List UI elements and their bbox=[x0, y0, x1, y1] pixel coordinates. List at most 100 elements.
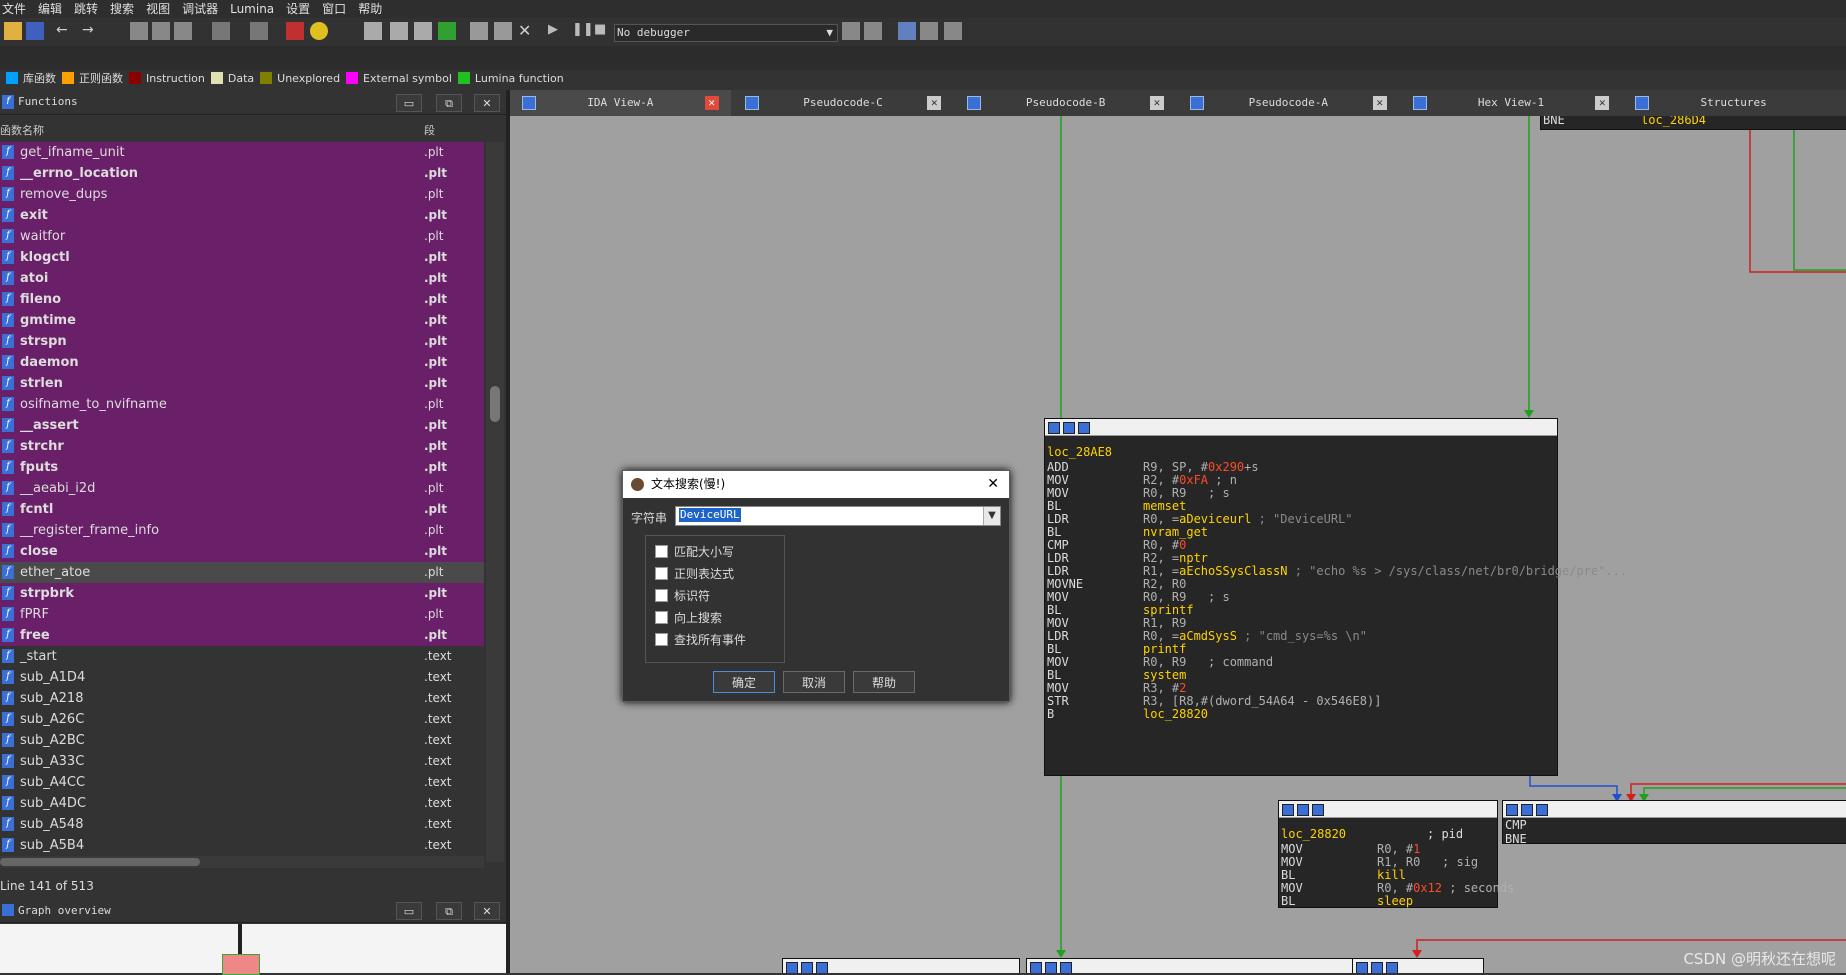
close-icon[interactable]: ✕ bbox=[518, 22, 536, 40]
menu-file[interactable]: 文件 bbox=[0, 0, 36, 18]
panel-float-button[interactable]: ▭ bbox=[396, 902, 422, 920]
tab-pseudocode-b[interactable]: Pseudocode-B ✕ bbox=[955, 90, 1176, 116]
panel-float-button[interactable]: ▭ bbox=[396, 94, 422, 112]
asm-line[interactable]: BL kill bbox=[1279, 868, 1495, 882]
asm-line[interactable]: MOV R2, #0xFA ; n bbox=[1045, 473, 1555, 487]
function-row[interactable]: f waitfor .plt bbox=[0, 226, 484, 247]
graph-node-cmp[interactable]: CMP BNE bbox=[1502, 800, 1846, 846]
chevron-down-icon[interactable]: ▼ bbox=[983, 507, 1000, 525]
node-color-icon[interactable] bbox=[1030, 962, 1042, 973]
menu-view[interactable]: 视图 bbox=[144, 0, 180, 18]
asm-line[interactable]: MOV R0, R9 ; s bbox=[1045, 590, 1555, 604]
toolbar-tool-icon[interactable] bbox=[364, 22, 382, 40]
asm-line[interactable]: BL nvram_get bbox=[1045, 525, 1555, 539]
asm-symbol[interactable]: memset bbox=[1143, 499, 1186, 513]
function-row[interactable]: f __aeabi_i2d .plt bbox=[0, 478, 484, 499]
function-row[interactable]: f free .plt bbox=[0, 625, 484, 646]
panel-close-button[interactable]: ✕ bbox=[474, 94, 500, 112]
graph-node-bottom[interactable] bbox=[1352, 958, 1484, 973]
function-row[interactable]: f sub_A1D4 .text bbox=[0, 667, 484, 688]
tab-close-icon[interactable]: ✕ bbox=[1595, 96, 1610, 110]
asm-line[interactable]: LDR R1, =aEchoSSysClassN ; "echo %s > /sy… bbox=[1045, 564, 1627, 578]
asm-line[interactable]: MOV R0, R9 ; s bbox=[1045, 486, 1555, 500]
asm-label[interactable]: loc_286D4 bbox=[1641, 116, 1706, 128]
node-list-icon[interactable] bbox=[1060, 962, 1072, 973]
asm-line[interactable]: CMP R0, #0 bbox=[1045, 538, 1555, 552]
toolbar-tool-icon[interactable] bbox=[920, 22, 938, 40]
tab-structures[interactable]: Structures bbox=[1623, 90, 1844, 116]
function-row[interactable]: f ether_atoe .plt bbox=[0, 562, 484, 583]
asm-line[interactable]: MOVNE R2, R0 bbox=[1045, 577, 1555, 591]
function-row[interactable]: f get_ifname_unit .plt bbox=[0, 142, 484, 163]
asm-line[interactable]: MOV R0, #1 bbox=[1279, 842, 1495, 856]
checkbox-box[interactable] bbox=[655, 567, 668, 580]
menu-debugger[interactable]: 调试器 bbox=[180, 0, 228, 18]
asm-symbol[interactable]: aEchoSSysClassN bbox=[1179, 564, 1287, 578]
save-icon[interactable] bbox=[26, 22, 44, 40]
toolbar-tool-icon[interactable] bbox=[864, 22, 882, 40]
menu-windows[interactable]: 窗口 bbox=[320, 0, 356, 18]
function-row[interactable]: f sub_A548 .text bbox=[0, 814, 484, 835]
graph-overview-canvas[interactable] bbox=[0, 924, 508, 975]
function-row[interactable]: f exit .plt bbox=[0, 205, 484, 226]
node-color-icon[interactable] bbox=[786, 962, 798, 973]
asm-symbol[interactable]: system bbox=[1143, 668, 1186, 682]
checkbox-box[interactable] bbox=[655, 589, 668, 602]
asm-line[interactable]: BL sleep bbox=[1279, 894, 1495, 908]
asm-line[interactable]: LDR R0, =aDeviceurl ; "DeviceURL" bbox=[1045, 512, 1555, 526]
function-row[interactable]: f sub_A2BC .text bbox=[0, 730, 484, 751]
asm-line[interactable]: BL system bbox=[1045, 668, 1555, 682]
function-row[interactable]: f sub_A4CC .text bbox=[0, 772, 484, 793]
asm-line[interactable]: MOV R1, R9 bbox=[1045, 616, 1555, 630]
toolbar-tool-icon[interactable] bbox=[414, 22, 432, 40]
identifier-checkbox[interactable]: 标识符 bbox=[655, 587, 710, 604]
vertical-scrollbar[interactable] bbox=[486, 142, 504, 862]
play-icon[interactable]: ▶ bbox=[548, 22, 566, 40]
overview-viewport[interactable] bbox=[222, 954, 260, 975]
search-string-combobox[interactable]: DeviceURL ▼ bbox=[675, 506, 1001, 526]
horizontal-scrollbar[interactable] bbox=[0, 856, 484, 868]
function-row[interactable]: f sub_A218 .text bbox=[0, 688, 484, 709]
asm-line[interactable]: STR R3, [R8,#(dword_54A64 - 0x546E8)] bbox=[1045, 694, 1555, 708]
function-row[interactable]: f sub_A33C .text bbox=[0, 751, 484, 772]
node-graph-icon[interactable] bbox=[1521, 804, 1533, 816]
function-row[interactable]: f sub_A4DC .text bbox=[0, 793, 484, 814]
column-function-name[interactable]: 函数名称 bbox=[0, 122, 44, 138]
tab-pseudocode-c[interactable]: Pseudocode-C ✕ bbox=[732, 90, 954, 116]
tab-pseudocode-a[interactable]: Pseudocode-A ✕ bbox=[1178, 90, 1399, 116]
stop-icon[interactable]: ■ bbox=[594, 22, 612, 40]
asm-line[interactable]: ADD R9, SP, #0x290+s bbox=[1045, 460, 1555, 474]
checkbox-box[interactable] bbox=[655, 545, 668, 558]
asm-symbol[interactable]: loc_28820 bbox=[1143, 707, 1208, 721]
block-label[interactable]: loc_28820 bbox=[1281, 827, 1346, 842]
function-row[interactable]: f remove_dups .plt bbox=[0, 184, 484, 205]
asm-symbol[interactable]: nptr bbox=[1179, 551, 1208, 565]
node-list-icon[interactable] bbox=[1536, 804, 1548, 816]
regex-checkbox[interactable]: 正则表达式 bbox=[655, 565, 734, 582]
node-graph-icon[interactable] bbox=[801, 962, 813, 973]
node-color-icon[interactable] bbox=[1048, 422, 1060, 434]
graph-node-bottom[interactable] bbox=[782, 958, 1020, 973]
toolbar-tool-icon[interactable] bbox=[494, 22, 512, 40]
toolbar-tool-icon[interactable] bbox=[250, 22, 268, 40]
function-row[interactable]: f strchr .plt bbox=[0, 436, 484, 457]
function-row[interactable]: f sub_A5B4 .text bbox=[0, 835, 484, 856]
function-row[interactable]: f sub_A26C .text bbox=[0, 709, 484, 730]
asm-symbol[interactable]: aDeviceurl bbox=[1179, 512, 1251, 526]
search-up-checkbox[interactable]: 向上搜索 bbox=[655, 609, 722, 626]
menu-help[interactable]: 帮助 bbox=[356, 0, 392, 18]
function-row[interactable]: f osifname_to_nvifname .plt bbox=[0, 394, 484, 415]
asm-line[interactable]: BL sprintf bbox=[1045, 603, 1555, 617]
toolbar-tool-icon[interactable] bbox=[310, 22, 328, 40]
panel-restore-button[interactable]: ⧉ bbox=[436, 902, 462, 920]
function-row[interactable]: f fPRF .plt bbox=[0, 604, 484, 625]
node-list-icon[interactable] bbox=[1078, 422, 1090, 434]
function-row[interactable]: f klogctl .plt bbox=[0, 247, 484, 268]
function-row[interactable]: f __errno_location .plt bbox=[0, 163, 484, 184]
help-button[interactable]: 帮助 bbox=[853, 671, 915, 693]
toolbar-tool-icon[interactable] bbox=[438, 22, 456, 40]
function-row[interactable]: f fcntl .plt bbox=[0, 499, 484, 520]
navigation-band[interactable] bbox=[0, 46, 1846, 112]
asm-line[interactable]: Bloc_28820 bbox=[1045, 707, 1555, 721]
node-graph-icon[interactable] bbox=[1063, 422, 1075, 434]
